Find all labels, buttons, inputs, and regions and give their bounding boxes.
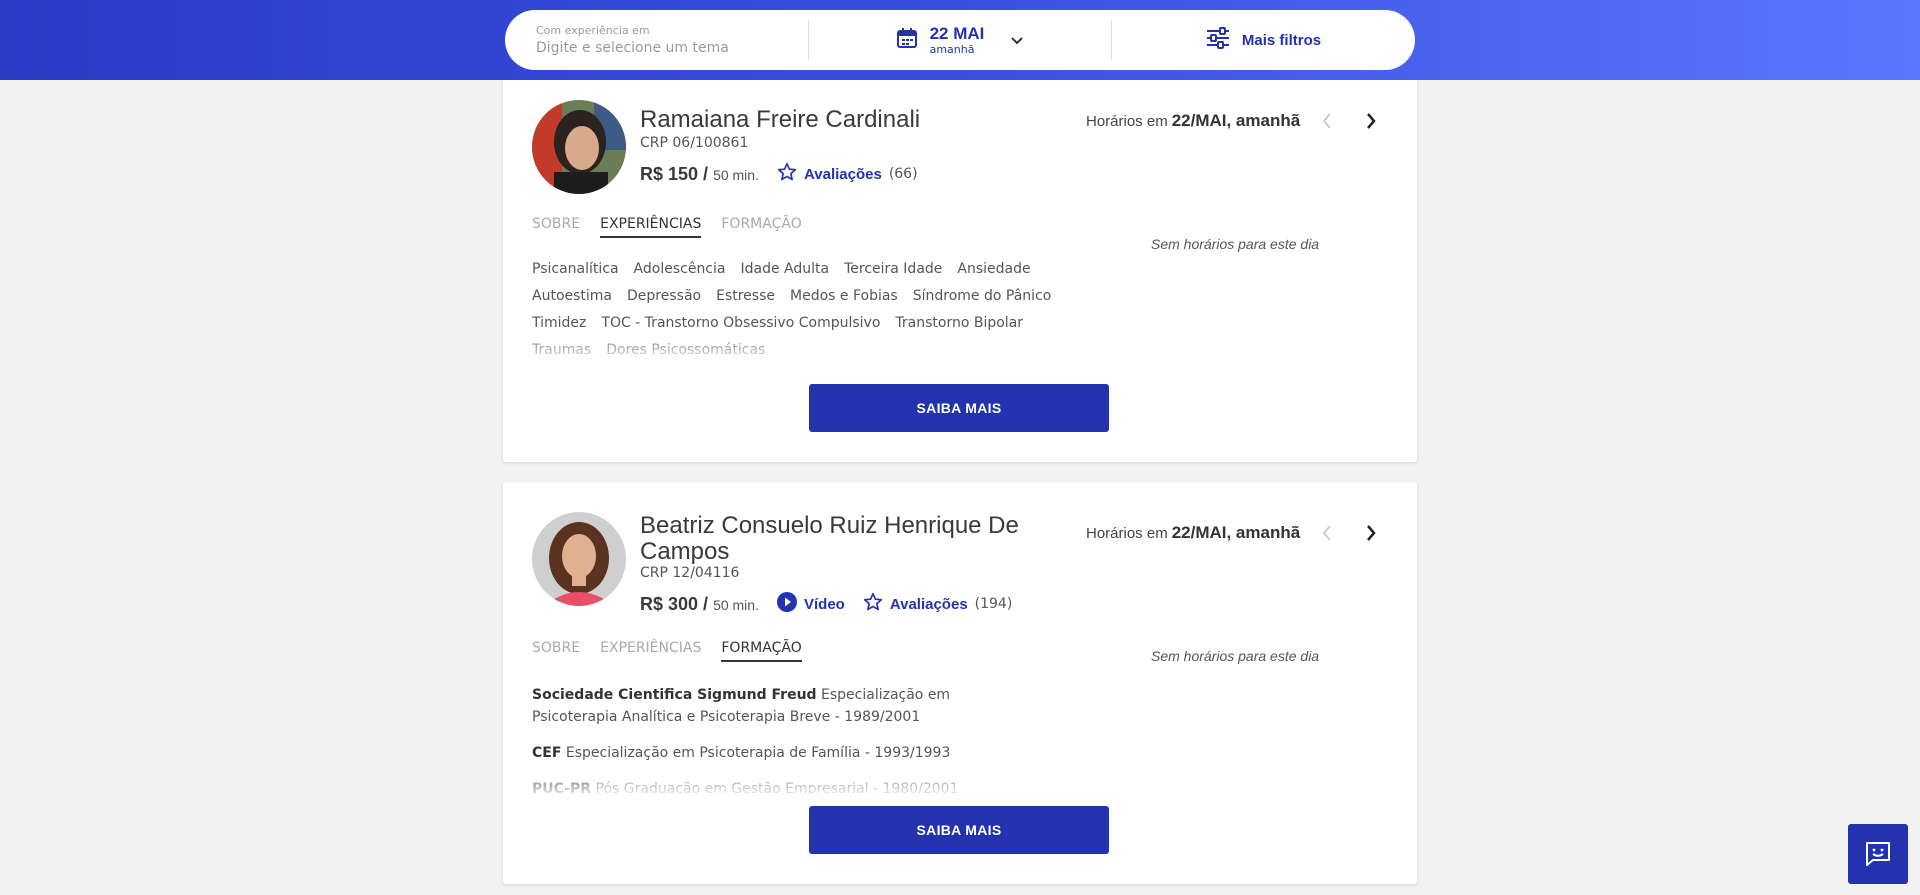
date-main: 22 MAI [929, 24, 985, 43]
experience-tag: TOC - Transtorno Obsessivo Compulsivo [601, 315, 881, 331]
psychologist-name[interactable]: Beatriz Consuelo Ruiz Henrique De Campos [640, 513, 1040, 565]
formacao-description: Especialização em Psicoterapia de Famíli… [565, 745, 951, 761]
session-duration: 50 min. [713, 596, 759, 613]
experience-tag: Terceira Idade [844, 261, 943, 277]
prev-day-button[interactable] [1314, 520, 1340, 546]
reviews-link[interactable]: Avaliações (66) [777, 162, 918, 186]
psychologist-name[interactable]: Ramaiana Freire Cardinali [640, 107, 920, 133]
chevron-left-icon [1322, 113, 1331, 129]
schedule-header: Horários em 22/MAI, amanhã [1086, 108, 1384, 134]
schedule-date: 22/MAI, amanhã [1171, 523, 1301, 542]
chevron-left-icon [1322, 525, 1331, 541]
tab-sobre[interactable]: SOBRE [532, 216, 580, 238]
next-day-button[interactable] [1358, 520, 1384, 546]
experience-tag: Medos e Fobias [790, 288, 898, 304]
top-header: Com experiência em Digite e selecione um… [0, 0, 1920, 80]
search-bar: Com experiência em Digite e selecione um… [505, 10, 1415, 70]
saiba-mais-button[interactable]: SAIBA MAIS [809, 806, 1109, 854]
sliders-icon [1206, 27, 1230, 53]
experience-tag: Autoestima [532, 288, 613, 304]
more-filters-button[interactable]: Mais filtros [1112, 10, 1415, 70]
formacao-description: Pós Graduação em Gestão Empresarial - 19… [595, 781, 959, 794]
profile-tabs: SOBRE EXPERIÊNCIAS FORMAÇÃO [532, 640, 802, 662]
no-hours-message: Sem horários para este dia [1151, 648, 1320, 664]
experience-tag: Traumas [532, 342, 592, 358]
reviews-label: Avaliações [803, 165, 882, 183]
star-icon [863, 592, 883, 616]
chevron-down-icon [1010, 31, 1024, 50]
no-hours-message: Sem horários para este dia [1151, 236, 1320, 252]
formacao-institution: Sociedade Cientifica Sigmund Freud [532, 687, 817, 703]
video-link[interactable]: Vídeo [776, 592, 845, 616]
tab-formacao[interactable]: FORMAÇÃO [721, 640, 802, 662]
price-value: R$ 150 / [640, 163, 709, 184]
psychologist-card: Ramaiana Freire Cardinali CRP 06/100861 … [503, 70, 1417, 462]
experience-tag: Ansiedade [957, 261, 1031, 277]
reviews-link[interactable]: Avaliações (194) [863, 592, 1012, 616]
tab-formacao[interactable]: FORMAÇÃO [721, 216, 801, 238]
formacao-item: CEF Especialização em Psicoterapia de Fa… [532, 742, 1032, 764]
avatar[interactable] [532, 100, 626, 194]
session-duration: 50 min. [713, 166, 759, 183]
experience-tag: Síndrome do Pânico [912, 288, 1052, 304]
topic-placeholder: Digite e selecione um tema [536, 40, 729, 56]
schedule-date: 22/MAI, amanhã [1171, 111, 1301, 130]
more-filters-label: Mais filtros [1241, 31, 1322, 49]
reviews-count: (194) [974, 596, 1013, 612]
avatar[interactable] [532, 512, 626, 606]
experience-tag: Transtorno Bipolar [895, 315, 1024, 331]
next-day-button[interactable] [1358, 108, 1384, 134]
experience-tag: Idade Adulta [740, 261, 830, 277]
chat-icon [1866, 842, 1890, 866]
tab-experiencias[interactable]: EXPERIÊNCIAS [600, 216, 702, 238]
date-selector[interactable]: 22 MAI amanhã [809, 10, 1111, 70]
crp-number: CRP 12/04116 [640, 565, 740, 581]
tab-sobre[interactable]: SOBRE [532, 640, 580, 662]
experience-tags: Psicanalítica Adolescência Idade Adulta Ter… [532, 260, 1052, 360]
chat-button[interactable] [1848, 824, 1908, 884]
experience-tag: Adolescência [633, 261, 726, 277]
prev-day-button[interactable] [1314, 108, 1340, 134]
formacao-institution: PUC-PR [532, 781, 592, 794]
tab-experiencias[interactable]: EXPERIÊNCIAS [600, 640, 701, 662]
crp-number: CRP 06/100861 [640, 135, 749, 151]
psychologist-card: Beatriz Consuelo Ruiz Henrique De Campos… [503, 482, 1417, 884]
experience-tag: Estresse [716, 288, 775, 304]
schedule-label: Horários em [1086, 524, 1168, 542]
price-line: R$ 300 / 50 min. Vídeo Avaliações (194) [640, 592, 1012, 616]
experience-tag: Timidez [532, 315, 587, 331]
formacao-institution: CEF [532, 745, 562, 761]
calendar-icon [896, 27, 918, 53]
chevron-right-icon [1367, 113, 1376, 129]
topic-search-field[interactable]: Com experiência em Digite e selecione um… [505, 10, 808, 70]
schedule-label: Horários em [1086, 112, 1168, 130]
date-sub: amanhã [929, 43, 975, 56]
price-line: R$ 150 / 50 min. Avaliações (66) [640, 162, 918, 186]
reviews-label: Avaliações [889, 595, 968, 613]
price-value: R$ 300 / [640, 593, 709, 614]
star-icon [777, 162, 797, 186]
experience-tag: Psicanalítica [532, 261, 619, 277]
profile-tabs: SOBRE EXPERIÊNCIAS FORMAÇÃO [532, 216, 802, 238]
formacao-list: Sociedade Cientifica Sigmund Freud Espec… [532, 684, 1032, 794]
experience-tag: Dores Psicossomáticas [606, 342, 766, 358]
formacao-item: PUC-PR Pós Graduação em Gestão Empresari… [532, 778, 1032, 794]
play-icon [776, 592, 797, 616]
saiba-mais-button[interactable]: SAIBA MAIS [809, 384, 1109, 432]
price: R$ 300 / 50 min. [640, 594, 759, 615]
schedule-header: Horários em 22/MAI, amanhã [1086, 520, 1384, 546]
chevron-right-icon [1367, 525, 1376, 541]
price: R$ 150 / 50 min. [640, 164, 759, 185]
formacao-item: Sociedade Cientifica Sigmund Freud Espec… [532, 684, 1032, 728]
video-label: Vídeo [803, 595, 845, 613]
reviews-count: (66) [888, 166, 918, 182]
topic-label: Com experiência em [536, 24, 650, 37]
experience-tag: Depressão [627, 288, 702, 304]
